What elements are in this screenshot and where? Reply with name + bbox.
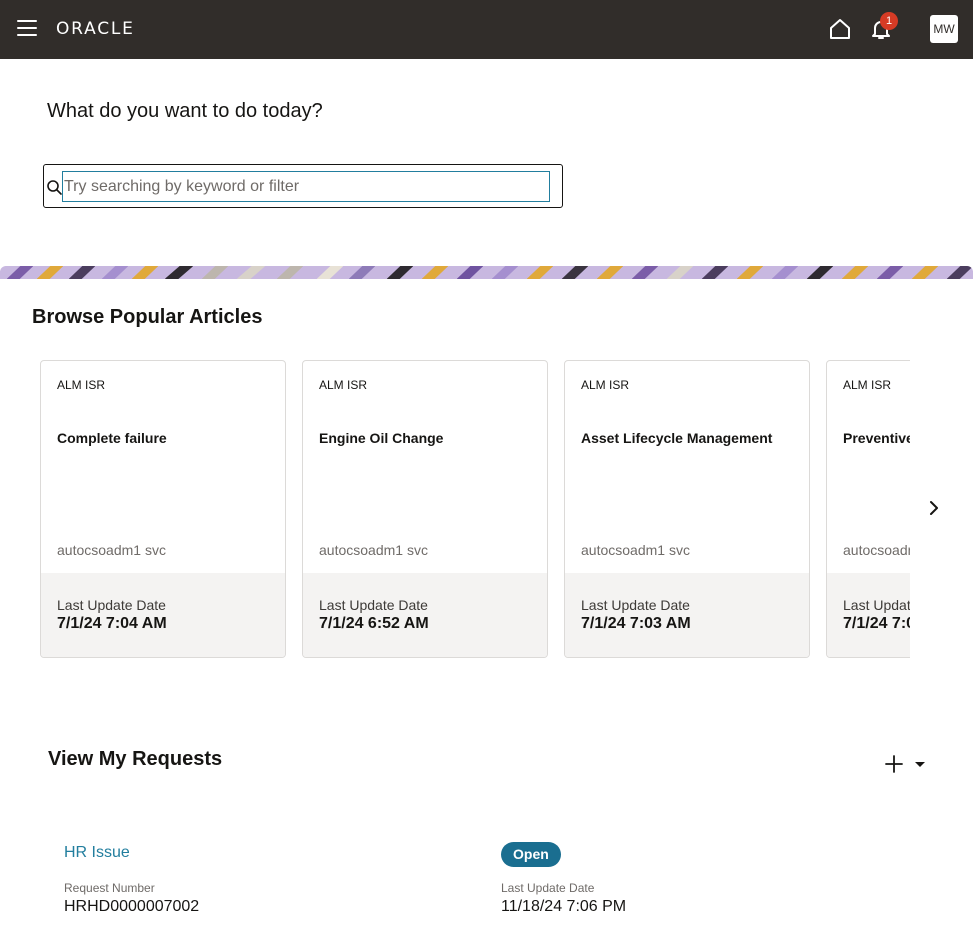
page-heading: What do you want to do today?: [47, 100, 323, 122]
article-date: 7/1/24 7:04 AM: [57, 615, 167, 632]
article-footer: Last Update Date 7/1/24 7:00 AM: [827, 573, 910, 657]
notification-count-badge: 1: [880, 12, 898, 30]
article-category: ALM ISR: [319, 378, 368, 392]
article-author: autocsoadm1 svc: [57, 542, 166, 558]
decorative-banner: [0, 266, 973, 279]
article-card[interactable]: ALM ISR Preventive autocsoadm1 svc Last …: [826, 360, 910, 658]
article-date: 7/1/24 7:00 AM: [843, 615, 910, 632]
article-title: Preventive: [843, 430, 910, 446]
article-date-label: Last Update Date: [319, 597, 428, 613]
article-category: ALM ISR: [843, 378, 892, 392]
article-title: Engine Oil Change: [319, 430, 444, 446]
article-card[interactable]: ALM ISR Complete failure autocsoadm1 svc…: [40, 360, 286, 658]
request-title-link[interactable]: HR Issue: [64, 844, 130, 862]
article-date: 7/1/24 7:03 AM: [581, 615, 691, 632]
home-icon[interactable]: [828, 18, 852, 40]
article-author: autocsoadm1 svc: [843, 542, 910, 558]
article-category: ALM ISR: [57, 378, 106, 392]
article-author: autocsoadm1 svc: [319, 542, 428, 558]
article-footer: Last Update Date 7/1/24 7:04 AM: [41, 573, 285, 657]
oracle-logo[interactable]: ORACLE: [56, 18, 135, 40]
menu-icon[interactable]: [17, 20, 37, 36]
search-icon: [47, 180, 62, 195]
articles-carousel: ALM ISR Complete failure autocsoadm1 svc…: [40, 360, 910, 660]
article-date-label: Last Update Date: [581, 597, 690, 613]
status-badge: Open: [501, 842, 561, 867]
article-title: Complete failure: [57, 430, 167, 446]
article-footer: Last Update Date 7/1/24 6:52 AM: [303, 573, 547, 657]
request-date: 11/18/24 7:06 PM: [501, 898, 627, 915]
top-bar: ORACLE 1 MW: [0, 0, 973, 59]
user-avatar[interactable]: MW: [930, 15, 958, 43]
article-title: Asset Lifecycle Management: [581, 430, 773, 446]
requests-section-title: View My Requests: [48, 748, 223, 770]
article-date-label: Last Update Date: [57, 597, 166, 613]
article-footer: Last Update Date 7/1/24 7:03 AM: [565, 573, 809, 657]
articles-section-title: Browse Popular Articles: [32, 306, 263, 328]
request-date-label: Last Update Date: [501, 881, 595, 895]
article-category: ALM ISR: [581, 378, 630, 392]
request-number-label: Request Number: [64, 881, 155, 895]
search-container: [43, 164, 563, 208]
request-number: HRHD0000007002: [64, 898, 200, 915]
article-date-label: Last Update Date: [843, 597, 910, 613]
article-card[interactable]: ALM ISR Engine Oil Change autocsoadm1 sv…: [302, 360, 548, 658]
article-author: autocsoadm1 svc: [581, 542, 690, 558]
article-date: 7/1/24 6:52 AM: [319, 615, 429, 632]
article-card[interactable]: ALM ISR Asset Lifecycle Management autoc…: [564, 360, 810, 658]
search-input[interactable]: [62, 171, 550, 202]
chevron-right-icon[interactable]: [922, 496, 946, 520]
caret-down-icon[interactable]: [910, 752, 930, 776]
add-icon[interactable]: [882, 752, 906, 776]
